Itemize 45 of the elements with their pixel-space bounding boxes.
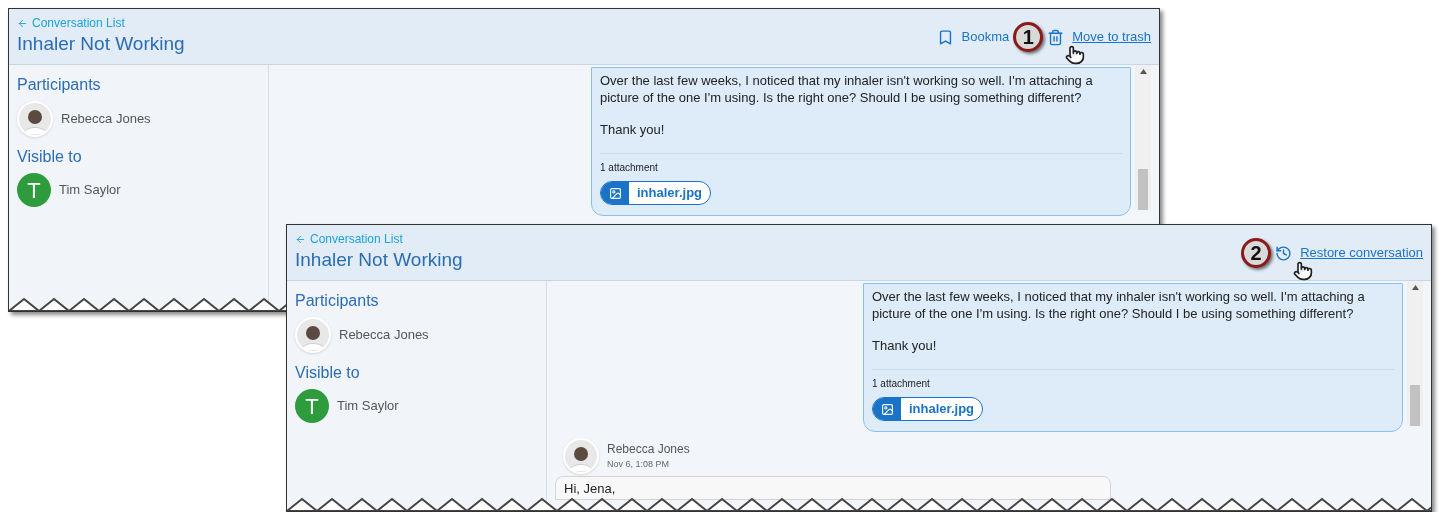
callout-number: 2 — [1241, 238, 1272, 268]
scrollbar-thumb[interactable] — [1138, 169, 1148, 210]
participant-name: Tim Saylor — [337, 397, 399, 416]
participant-name: Tim Saylor — [59, 181, 121, 200]
avatar-placeholder — [295, 317, 331, 353]
section-heading: Visible to — [17, 147, 83, 167]
scroll-up-arrow-icon — [1411, 285, 1419, 290]
back-arrow-icon — [17, 17, 28, 29]
section-heading: Participants — [295, 291, 380, 311]
reply-message: Hi, Jena, — [555, 475, 1111, 500]
section-heading: Participants — [17, 75, 102, 95]
back-link[interactable]: Conversation List — [295, 230, 463, 248]
image-icon — [880, 402, 894, 416]
scrollbar[interactable] — [1407, 281, 1423, 426]
message-time: Nov 6, 1:08 PM — [607, 457, 671, 471]
scrollbar[interactable] — [1135, 65, 1151, 210]
callout-number: 1 — [1013, 22, 1044, 52]
message-text: Thank you! — [600, 121, 666, 138]
conversation-title: Inhaler Not Working — [17, 32, 185, 56]
conversation-title: Inhaler Not Working — [295, 248, 463, 272]
back-link[interactable]: Conversation List — [17, 14, 185, 32]
scroll-up-arrow-icon — [1139, 69, 1147, 74]
message-text: Thank you! — [872, 337, 938, 354]
attachment-count: 1 attachment — [872, 377, 931, 391]
author-name: Rebecca Jones — [607, 440, 690, 458]
restore-link[interactable]: Restore conversation — [1300, 243, 1423, 263]
avatar-placeholder — [563, 437, 599, 474]
avatar-initial: T — [295, 389, 329, 423]
move-to-trash-link[interactable]: Move to trash — [1072, 27, 1151, 47]
attachment-count: 1 attachment — [600, 161, 659, 175]
message-text: Over the last few weeks, I noticed that my inhaler isn't working so well. I'm attaching a picture of the one I'm using. Is the right one? Should I be using something different? — [872, 288, 1366, 322]
avatar-initial: T — [17, 173, 51, 207]
trash-icon — [1047, 28, 1065, 46]
attachment-chip[interactable]: inhaler.jpg — [872, 397, 983, 421]
history-icon — [1275, 244, 1293, 262]
section-heading: Visible to — [295, 363, 361, 383]
image-icon — [608, 186, 622, 200]
participant-name: Rebecca Jones — [339, 326, 429, 345]
bookmark-link[interactable]: Bookma — [961, 27, 1010, 47]
attachment-chip[interactable]: inhaler.jpg — [600, 181, 711, 205]
back-arrow-icon — [295, 233, 306, 245]
participant-name: Rebecca Jones — [61, 110, 151, 129]
scrollbar-thumb[interactable] — [1410, 385, 1420, 426]
message-text: Over the last few weeks, I noticed that my inhaler isn't working so well. I'm attaching a picture of the one I'm using. Is the right one? Should I be using something different? — [600, 72, 1094, 106]
avatar-placeholder — [17, 101, 53, 137]
